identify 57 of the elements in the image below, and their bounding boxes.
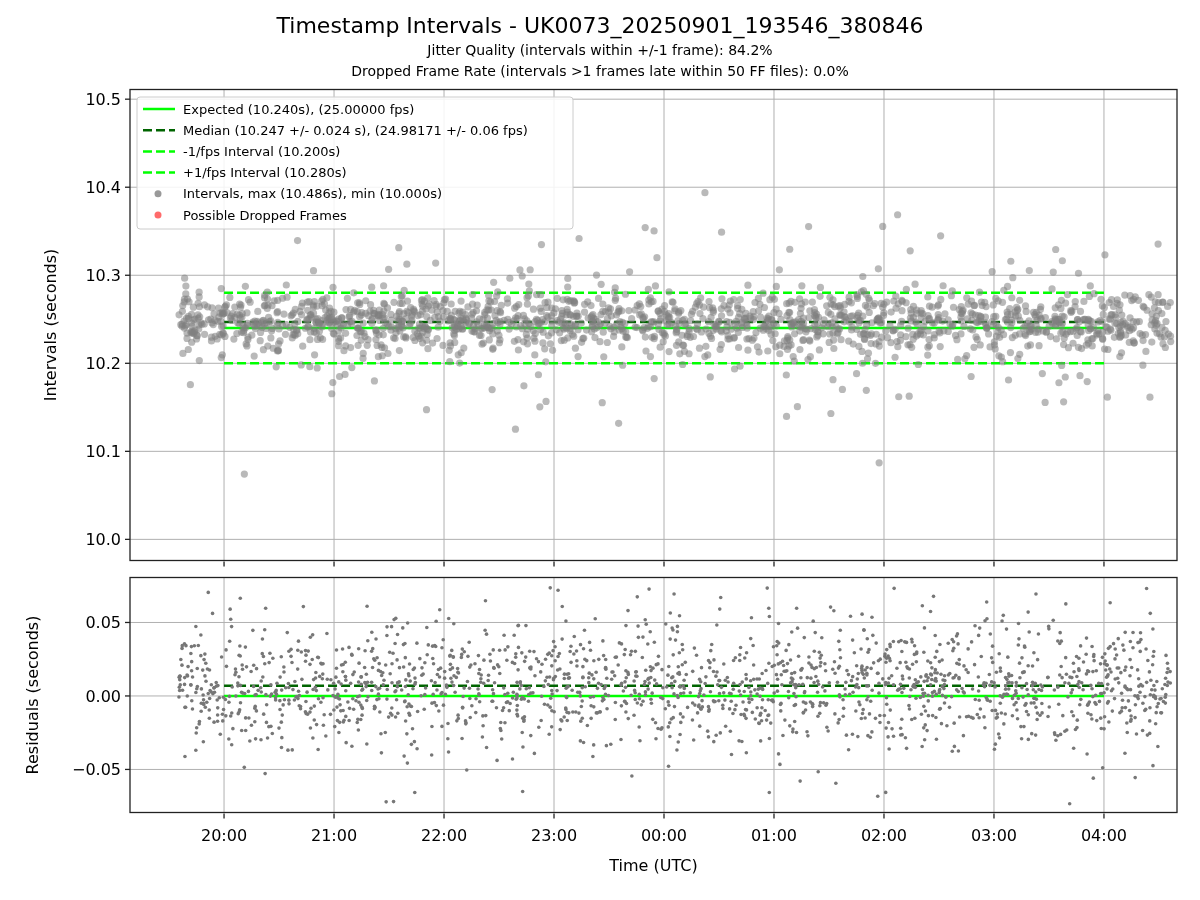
tick-mark [993,560,995,568]
y-tick-label: 10.4 [85,178,121,198]
tick-mark [443,812,445,820]
tick-mark [883,812,885,820]
tick-mark [663,812,665,820]
y-axis-label: Residuals (seconds) [23,615,42,775]
tick-mark [993,812,995,820]
tick-mark [1103,560,1105,568]
chart-subtitle: Dropped Frame Rate (intervals >1 frames late within 50 FF files): 0.0% [351,62,849,81]
x-tick-label: 03:00 [970,825,1018,845]
legend-label: Possible Dropped Frames [183,207,347,223]
x-axis-label: Time (UTC) [609,855,698,875]
tick-mark [124,621,131,624]
legend-label: Median (10.247 +/- 0.024 s), (24.98171 +/- 0.06 fps) [183,122,528,138]
tick-mark [443,560,445,568]
x-tick-label: 00:00 [640,825,688,845]
legend-label: -1/fps Interval (10.200s) [183,143,341,159]
tick-mark [124,362,131,364]
x-tick-label: 20:00 [201,825,248,845]
x-tick-label: 01:00 [750,825,798,845]
y-tick-label: 10.5 [85,90,121,110]
y-tick-label: 10.0 [85,530,121,550]
chart-subtitle: Jitter Quality (intervals within +/-1 frame): 84.2% [427,41,773,60]
tick-mark [124,538,131,540]
tick-mark [333,560,335,568]
chart-title: Timestamp Intervals - UK0073_20250901_193546_380846 [276,12,924,40]
x-tick-label: 02:00 [860,825,908,845]
y-tick-label: 10.2 [85,354,121,374]
tick-mark [124,186,131,188]
tick-mark [223,560,225,568]
tick-mark [124,274,131,276]
y-tick-label: 10.3 [85,266,121,286]
x-tick-label: 04:00 [1080,825,1127,845]
tick-mark [553,812,555,820]
y-axis-label: Intervals (seconds) [41,248,60,402]
tick-mark [773,560,775,568]
y-tick-label: 10.1 [85,442,121,462]
tick-mark [663,560,665,568]
y-tick-label: −0.05 [71,760,121,780]
tick-mark [124,695,131,697]
x-tick-label: 22:00 [420,825,468,845]
x-tick-label: 23:00 [530,825,578,845]
x-tick-label: 21:00 [311,825,358,845]
tick-mark [124,768,131,771]
tick-mark [773,812,775,820]
tick-mark [553,560,555,568]
legend-label: +1/fps Interval (10.280s) [183,165,347,181]
legend-label: Expected (10.240s), (25.00000 fps) [183,101,415,117]
tick-mark [333,812,335,820]
tick-mark [124,98,131,100]
legend-label: Intervals, max (10.486s), min (10.000s) [183,186,442,202]
y-tick-label: 0.05 [85,613,121,633]
tick-mark [1103,812,1105,820]
y-tick-label: 0.00 [85,686,121,706]
tick-mark [223,812,225,820]
tick-mark [124,450,131,452]
tick-mark [883,560,885,568]
